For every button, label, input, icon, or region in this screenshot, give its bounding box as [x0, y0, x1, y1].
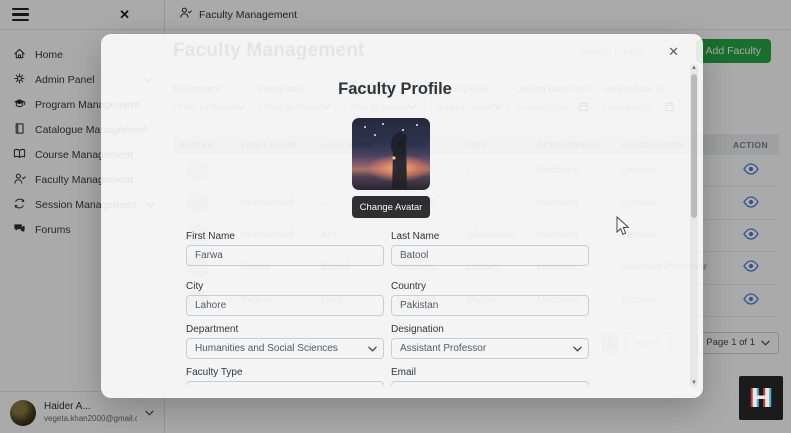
- profile-avatar-image: [352, 118, 430, 190]
- city-label: City: [186, 281, 384, 292]
- faculty-type-label: Faculty Type: [186, 367, 384, 378]
- change-avatar-button[interactable]: Change Avatar: [352, 196, 430, 218]
- designation-label: Designation: [391, 324, 589, 335]
- mouse-cursor: [616, 216, 631, 237]
- email-field[interactable]: [391, 381, 589, 385]
- scroll-down-arrow-icon[interactable]: ▼: [690, 380, 698, 386]
- scroll-up-arrow-icon[interactable]: ▲: [690, 65, 698, 71]
- email-label: Email: [391, 367, 589, 378]
- h-logo-watermark: H: [739, 376, 783, 420]
- country-field[interactable]: [391, 295, 589, 316]
- first-name-field[interactable]: [186, 245, 384, 266]
- last-name-field[interactable]: [391, 245, 589, 266]
- modal-title: Faculty Profile: [101, 80, 689, 99]
- designation-select[interactable]: Assistant Professor: [391, 338, 589, 359]
- faculty-type-field[interactable]: [186, 381, 384, 385]
- department-label: Department: [186, 324, 384, 335]
- modal-scrollbar[interactable]: ▲ ▼: [690, 64, 698, 387]
- scrollbar-thumb[interactable]: [691, 74, 697, 218]
- chevron-down-icon: [573, 346, 582, 352]
- app-window: ✕ Home Admin Panel Program Management Ca…: [0, 0, 791, 433]
- first-name-label: First Name: [186, 231, 384, 242]
- chevron-down-icon: [368, 346, 377, 352]
- department-select[interactable]: Humanities and Social Sciences: [186, 338, 384, 359]
- person-silhouette: [388, 132, 414, 190]
- faculty-profile-modal: ✕ Faculty Profile Change Avatar First Na…: [101, 34, 703, 398]
- country-label: Country: [391, 281, 589, 292]
- modal-close-icon[interactable]: ✕: [668, 44, 679, 60]
- city-field[interactable]: [186, 295, 384, 316]
- last-name-label: Last Name: [391, 231, 589, 242]
